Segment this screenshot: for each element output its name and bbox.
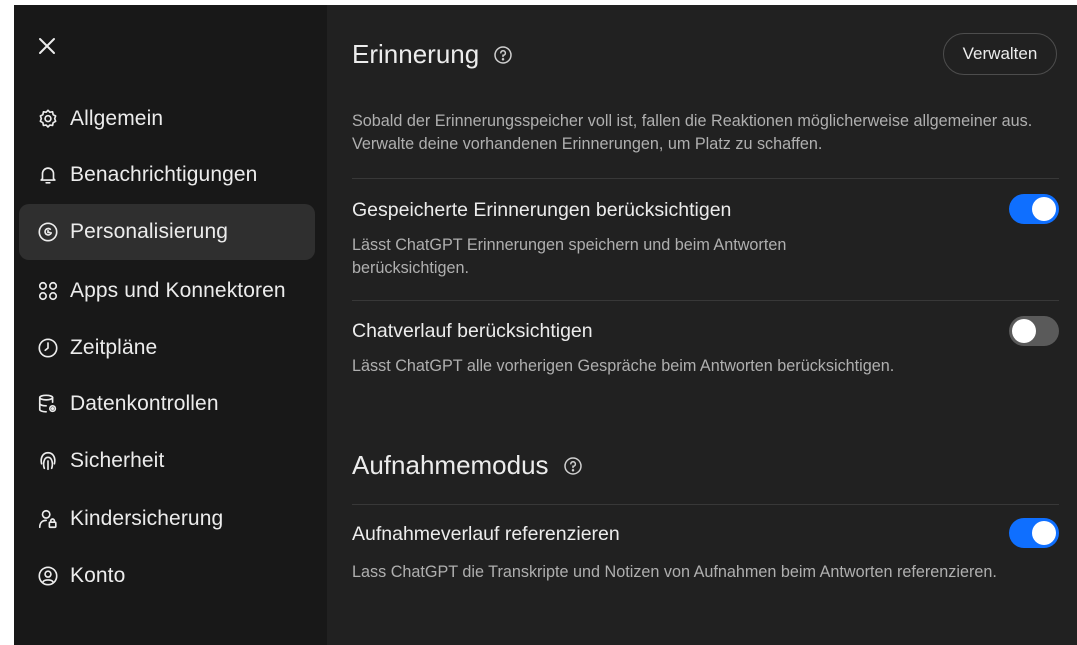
memory-section-title: Erinnerung — [352, 39, 480, 69]
sidebar-item-label: Datenkontrollen — [70, 392, 219, 415]
recording-history-toggle[interactable] — [1009, 518, 1059, 548]
sidebar-item-apps[interactable]: Apps und Konnektoren — [19, 263, 315, 319]
personalize-icon — [36, 220, 60, 244]
divider — [352, 504, 1059, 505]
setting-description: Lässt ChatGPT Erinnerungen speichern und… — [352, 236, 787, 277]
parental-icon — [36, 507, 60, 531]
personalization-panel: Erinnerung Verwalten Sobald der Erinneru… — [327, 5, 1077, 645]
divider — [352, 178, 1059, 179]
database-icon — [36, 392, 60, 416]
sidebar-item-label: Personalisierung — [70, 220, 229, 243]
settings-sidebar: Allgemein Benachrichtigungen Personalisi… — [14, 5, 327, 645]
saved-memories-toggle[interactable] — [1009, 194, 1059, 224]
sidebar-item-benachrichtigungen[interactable]: Benachrichtigungen — [19, 147, 315, 203]
help-icon[interactable] — [493, 45, 513, 65]
sidebar-item-kindersicherung[interactable]: Kindersicherung — [19, 491, 315, 547]
settings-dialog: Allgemein Benachrichtigungen Personalisi… — [14, 5, 1077, 645]
sidebar-item-label: Zeitpläne — [70, 336, 158, 359]
memory-section-header: Erinnerung — [352, 39, 513, 70]
sidebar-item-datenkontrollen[interactable]: Datenkontrollen — [19, 376, 315, 432]
sidebar-item-personalisierung[interactable]: Personalisierung — [19, 204, 315, 260]
sidebar-item-label: Sicherheit — [70, 449, 165, 472]
setting-description: Lass ChatGPT die Transkripte und Notizen… — [352, 563, 997, 581]
close-button[interactable] — [35, 34, 59, 58]
clock-icon — [36, 336, 60, 360]
apps-icon — [36, 279, 60, 303]
setting-title: Gespeicherte Erinnerungen berücksichtige… — [352, 199, 732, 221]
close-icon — [37, 36, 57, 56]
gear-icon — [36, 107, 60, 131]
toggle-knob — [1032, 197, 1056, 221]
help-icon[interactable] — [563, 456, 583, 476]
bell-icon — [36, 163, 60, 187]
account-icon — [36, 564, 60, 588]
divider — [352, 300, 1059, 301]
chat-history-toggle[interactable] — [1009, 316, 1059, 346]
sidebar-item-label: Benachrichtigungen — [70, 163, 258, 186]
sidebar-item-label: Allgemein — [70, 107, 164, 130]
setting-title: Aufnahmeverlauf referenzieren — [352, 523, 620, 545]
sidebar-item-konto[interactable]: Konto — [19, 548, 315, 604]
fingerprint-icon — [36, 449, 60, 473]
recording-section-header: Aufnahmemodus — [352, 450, 583, 481]
sidebar-item-allgemein[interactable]: Allgemein — [19, 91, 315, 147]
memory-description: Sobald der Erinnerungsspeicher voll ist,… — [352, 112, 1033, 153]
sidebar-item-zeitplaene[interactable]: Zeitpläne — [19, 320, 315, 376]
toggle-knob — [1012, 319, 1036, 343]
toggle-knob — [1032, 521, 1056, 545]
setting-description: Lässt ChatGPT alle vorherigen Gespräche … — [352, 357, 895, 375]
sidebar-item-label: Konto — [70, 564, 126, 587]
sidebar-item-label: Apps und Konnektoren — [70, 279, 286, 302]
setting-title: Chatverlauf berücksichtigen — [352, 320, 593, 342]
sidebar-item-label: Kindersicherung — [70, 507, 224, 530]
sidebar-item-sicherheit[interactable]: Sicherheit — [19, 433, 315, 489]
manage-memory-button[interactable]: Verwalten — [943, 33, 1057, 75]
recording-section-title: Aufnahmemodus — [352, 450, 549, 480]
